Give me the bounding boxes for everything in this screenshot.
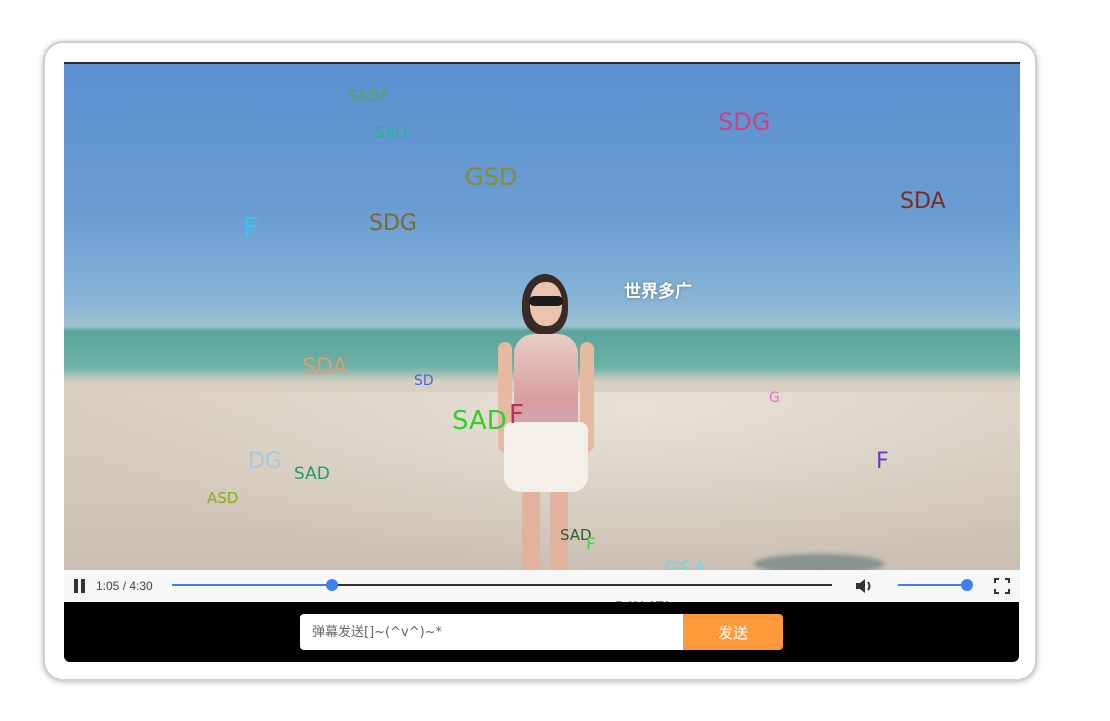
danmaku-item: SAD [374,123,408,142]
danmaku-item: SDA [900,189,946,214]
volume-handle[interactable] [961,579,974,591]
danmaku-item: GSD [465,163,518,191]
pause-icon[interactable] [74,579,86,593]
progress-handle[interactable] [326,579,339,591]
danmaku-item: F [876,449,889,474]
player-controls: 1:05 / 4:30 [64,570,1020,601]
danmaku-item: SAD [294,464,330,484]
fullscreen-icon[interactable] [994,578,1010,594]
danmaku-send-bar: 发送 [64,602,1019,662]
video-area[interactable]: 世界多广 SADF SAD SDG GSD SDA F SDG SDA SD SAD F G DG SAD… [64,62,1020,613]
send-button[interactable]: 发送 [683,614,783,650]
video-caption: 世界多广 [624,282,692,302]
progress-fill [172,584,333,586]
danmaku-item: SDG [718,108,771,136]
danmaku-item: F [243,211,260,244]
progress-bar[interactable] [172,577,832,593]
danmaku-item: SAD [452,406,507,436]
time-display: 1:05 / 4:30 [96,579,153,593]
volume-slider[interactable] [898,577,974,593]
danmaku-item: SADF [348,87,389,105]
danmaku-item: SDG [369,211,417,236]
danmaku-input[interactable] [300,614,684,650]
danmaku-item: SD [414,373,434,389]
danmaku-item: F [509,400,524,430]
danmaku-item: F [586,535,596,555]
volume-icon[interactable] [854,576,876,596]
danmaku-item: DG [248,449,282,474]
danmaku-item: SDA [302,355,348,380]
danmaku-item: ASD [207,489,239,507]
danmaku-item: G [769,390,780,406]
